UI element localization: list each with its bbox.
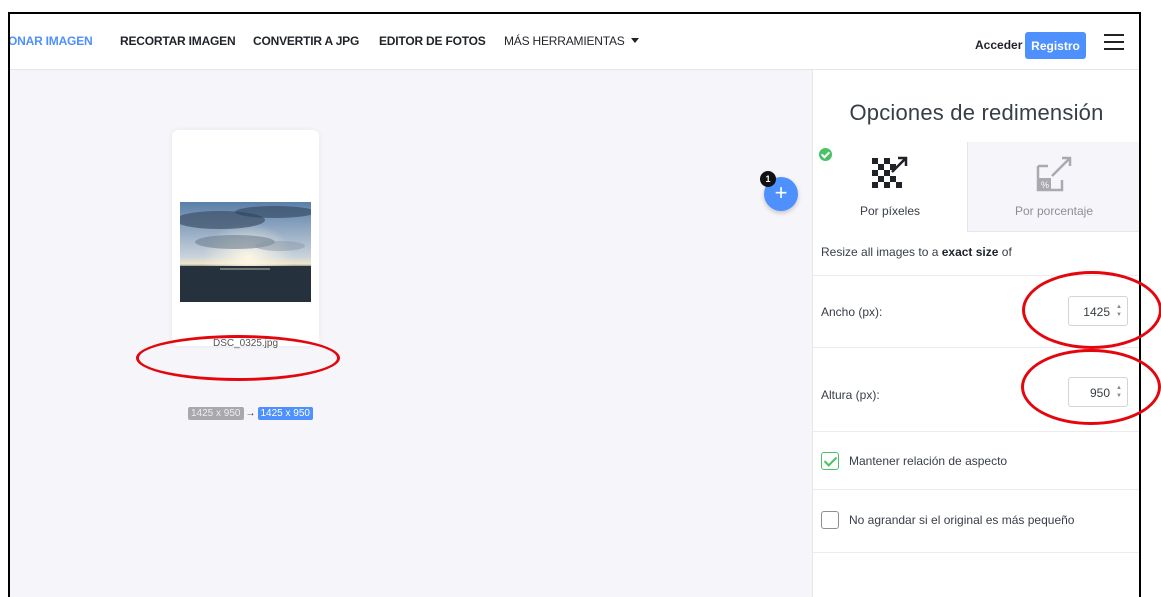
spinner-up-icon[interactable]: ▲ bbox=[1115, 303, 1123, 311]
info-bold: exact size bbox=[941, 245, 999, 259]
file-name: DSC_0325.jpg bbox=[212, 338, 279, 349]
tab-by-pixels-label: Por píxeles bbox=[859, 204, 921, 218]
resize-info-text: Resize all images to a exact size of bbox=[821, 245, 1012, 259]
new-size-badge: 1425 x 950 bbox=[257, 406, 313, 420]
width-input[interactable]: 1425 ▲ ▼ bbox=[1068, 296, 1128, 326]
original-size-badge: 1425 x 950 bbox=[188, 406, 244, 420]
height-value: 950 bbox=[1089, 386, 1110, 400]
resize-mode-tabs: Por píxeles % Por porcentaje bbox=[813, 142, 1139, 232]
keep-ratio-label[interactable]: Mantener relación de aspecto bbox=[849, 454, 1007, 468]
top-navigation: ONAR IMAGEN RECORTAR IMAGEN CONVERTIR A … bbox=[10, 14, 1139, 70]
register-button[interactable]: Registro bbox=[1025, 32, 1086, 59]
width-option-row: Ancho (px): 1425 ▲ ▼ bbox=[813, 275, 1139, 347]
resize-pixels-icon bbox=[870, 154, 910, 197]
no-enlarge-row: No agrandar si el original es más pequeñ… bbox=[813, 489, 1139, 553]
no-enlarge-label[interactable]: No agrandar si el original es más pequeñ… bbox=[849, 513, 1074, 527]
nav-item-crop-image[interactable]: RECORTAR IMAGEN bbox=[120, 34, 236, 48]
hamburger-menu-icon[interactable] bbox=[1104, 34, 1124, 52]
height-label: Altura (px): bbox=[821, 388, 880, 402]
width-label: Ancho (px): bbox=[821, 305, 883, 319]
image-thumbnail bbox=[180, 202, 311, 302]
spinner-up-icon[interactable]: ▲ bbox=[1115, 384, 1123, 392]
tab-by-pixels[interactable]: Por píxeles bbox=[813, 142, 967, 232]
resize-options-sidebar: Opciones de redimensión Por píxeles % Po… bbox=[812, 70, 1139, 597]
spinner-down-icon[interactable]: ▼ bbox=[1115, 392, 1123, 400]
tab-by-percentage[interactable]: % Por porcentaje bbox=[967, 142, 1139, 232]
height-spinner[interactable]: ▲ ▼ bbox=[1115, 384, 1123, 400]
file-card[interactable]: DSC_0325.jpg bbox=[172, 130, 319, 349]
spinner-down-icon[interactable]: ▼ bbox=[1115, 311, 1123, 319]
tab-by-percentage-label: Por porcentaje bbox=[1014, 204, 1094, 218]
width-value: 1425 bbox=[1083, 305, 1110, 319]
nav-item-more-tools[interactable]: MÁS HERRAMIENTAS bbox=[504, 34, 639, 48]
size-comparison: 1425 x 950 → 1425 x 950 bbox=[188, 406, 313, 420]
keep-ratio-row: Mantener relación de aspecto bbox=[813, 431, 1139, 489]
info-prefix: Resize all images to a bbox=[821, 245, 939, 259]
nav-item-photo-editor[interactable]: EDITOR DE FOTOS bbox=[379, 34, 486, 48]
login-link[interactable]: Acceder bbox=[975, 38, 1022, 52]
nav-item-resize-image[interactable]: ONAR IMAGEN bbox=[10, 34, 93, 48]
image-workspace: DSC_0325.jpg 1425 x 950 → 1425 x 950 + 1 bbox=[10, 70, 812, 597]
selected-check-icon bbox=[819, 148, 832, 161]
svg-text:%: % bbox=[1041, 180, 1049, 190]
width-spinner[interactable]: ▲ ▼ bbox=[1115, 303, 1123, 319]
nav-item-convert-to-jpg[interactable]: CONVERTIR A JPG bbox=[253, 34, 359, 48]
height-input[interactable]: 950 ▲ ▼ bbox=[1068, 377, 1128, 407]
browser-frame: ONAR IMAGEN RECORTAR IMAGEN CONVERTIR A … bbox=[8, 12, 1141, 597]
info-suffix: of bbox=[1001, 245, 1012, 259]
keep-ratio-checkbox[interactable] bbox=[821, 452, 839, 470]
no-enlarge-checkbox[interactable] bbox=[821, 511, 839, 529]
image-count-badge: 1 bbox=[760, 171, 776, 187]
height-option-row: Altura (px): 950 ▲ ▼ bbox=[813, 347, 1139, 431]
resize-percentage-icon: % bbox=[1034, 154, 1074, 199]
arrow-right-icon: → bbox=[245, 407, 256, 419]
caret-down-icon bbox=[630, 38, 639, 43]
sidebar-title: Opciones de redimensión bbox=[849, 100, 1104, 125]
more-tools-label: MÁS HERRAMIENTAS bbox=[504, 34, 625, 48]
